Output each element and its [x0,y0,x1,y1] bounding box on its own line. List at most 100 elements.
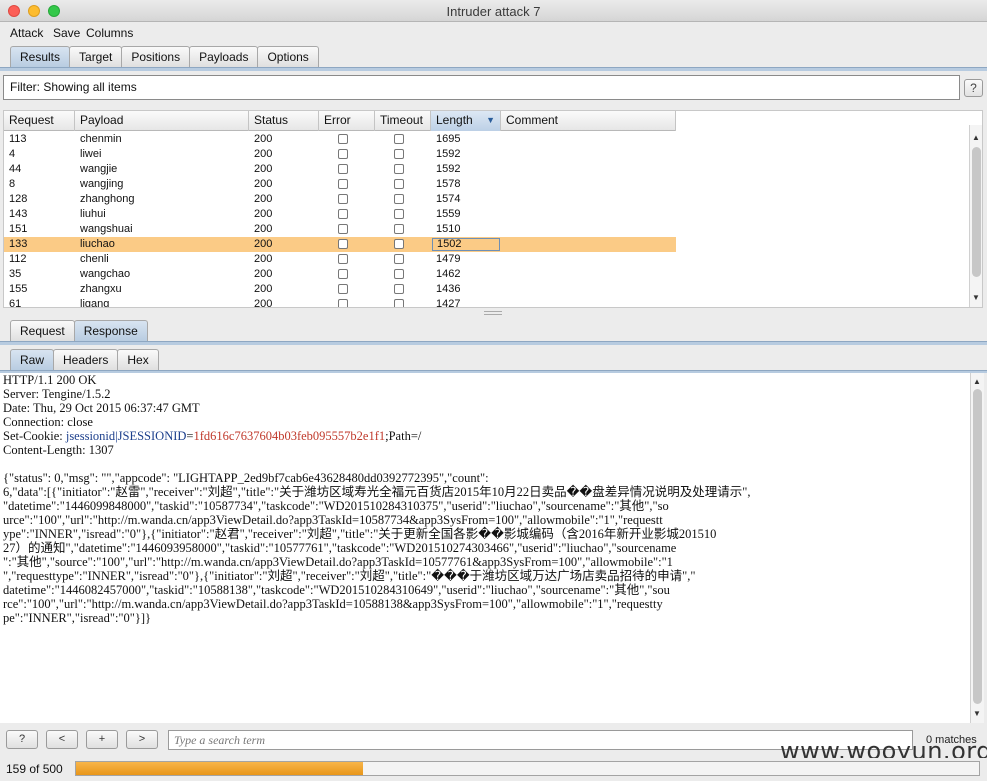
cell-payload: wangjing [80,178,124,190]
table-row[interactable]: 35 wangchao 200 1462 [4,267,676,282]
timeout-checkbox[interactable] [394,179,404,189]
raw-response-view[interactable]: HTTP/1.1 200 OK Server: Tengine/1.5.2 Da… [0,373,970,723]
cell-error [319,192,375,207]
splitter-handle[interactable] [484,311,502,315]
cookie-label: Set-Cookie: [3,429,66,443]
column-header-status[interactable]: Status [249,111,319,131]
cell-request: 61 [9,298,22,308]
table-row[interactable]: 128 zhanghong 200 1574 [4,192,676,207]
cell-length: 1510 [436,223,461,235]
error-checkbox[interactable] [338,269,348,279]
tab-results[interactable]: Results [10,46,71,68]
tab-request[interactable]: Request [10,320,75,342]
search-previous-button[interactable]: < [46,730,78,749]
timeout-checkbox[interactable] [394,134,404,144]
error-checkbox[interactable] [338,194,348,204]
column-header-length[interactable]: Length ▼ [431,111,501,131]
timeout-checkbox[interactable] [394,254,404,264]
tab-options[interactable]: Options [257,46,319,68]
error-checkbox[interactable] [338,254,348,264]
column-header-timeout[interactable]: Timeout [375,111,431,131]
tab-hex[interactable]: Hex [117,349,159,371]
cell-length: 1436 [436,283,461,295]
column-header-request[interactable]: Request [4,111,75,131]
response-scrollbar[interactable]: ▲ ▼ [970,373,984,723]
search-next-button[interactable]: > [126,730,158,749]
cell-error [319,252,375,267]
cell-error [319,207,375,222]
column-header-comment[interactable]: Comment [501,111,676,131]
cell-length: 1695 [436,133,461,145]
table-row[interactable]: 8 wangjing 200 1578 [4,177,676,192]
main-tabs: Results Target Positions Payloads Option… [10,46,319,68]
cell-timeout [375,222,431,237]
scroll-up-icon[interactable]: ▲ [972,133,980,142]
cell-error [319,297,375,307]
timeout-checkbox[interactable] [394,299,404,307]
table-row[interactable]: 151 wangshuai 200 1510 [4,222,676,237]
response-scroll-thumb[interactable] [973,389,982,704]
response-body-line: ","requesttype":"INNER","isread":"0"},{"… [3,569,696,583]
timeout-checkbox[interactable] [394,164,404,174]
table-row[interactable]: 112 chenli 200 1479 [4,252,676,267]
table-row[interactable]: 4 liwei 200 1592 [4,147,676,162]
timeout-checkbox[interactable] [394,284,404,294]
timeout-checkbox[interactable] [394,149,404,159]
table-scroll-thumb[interactable] [972,147,981,277]
selected-length-value: 1502 [432,238,500,251]
column-header-error[interactable]: Error [319,111,375,131]
timeout-checkbox[interactable] [394,239,404,249]
tab-response[interactable]: Response [73,320,148,342]
table-row[interactable]: 143 liuhui 200 1559 [4,207,676,222]
error-checkbox[interactable] [338,134,348,144]
attack-progress-bar [75,761,980,776]
error-checkbox[interactable] [338,299,348,307]
cell-payload: zhangxu [80,283,122,295]
cell-length: 1578 [436,178,461,190]
response-body-line: datetime":"1446082457000","taskid":"1058… [3,583,670,597]
scroll-down-icon[interactable]: ▼ [973,709,981,718]
tab-payloads[interactable]: Payloads [189,46,259,68]
error-checkbox[interactable] [338,284,348,294]
error-checkbox[interactable] [338,209,348,219]
table-row[interactable]: 44 wangjie 200 1592 [4,162,676,177]
menu-save[interactable]: Save [53,26,80,40]
error-checkbox[interactable] [338,239,348,249]
error-checkbox[interactable] [338,149,348,159]
table-row[interactable]: 155 zhangxu 200 1436 [4,282,676,297]
scroll-down-icon[interactable]: ▼ [972,293,980,302]
cookie-tail: ;Path=/ [385,429,422,443]
error-checkbox[interactable] [338,179,348,189]
search-help-button[interactable]: ? [6,730,38,749]
filter-bar[interactable]: Filter: Showing all items [3,75,960,100]
cell-length: 1559 [436,208,461,220]
reqres-tabs-divider [0,341,987,345]
error-checkbox[interactable] [338,164,348,174]
table-row[interactable]: 113 chenmin 200 1695 [4,132,676,147]
help-button[interactable]: ? [964,79,983,97]
menu-columns[interactable]: Columns [86,26,133,40]
timeout-checkbox[interactable] [394,209,404,219]
tab-target[interactable]: Target [69,46,123,68]
search-add-button[interactable]: + [86,730,118,749]
cell-request: 155 [9,283,28,295]
error-checkbox[interactable] [338,224,348,234]
timeout-checkbox[interactable] [394,269,404,279]
menu-attack[interactable]: Attack [10,26,43,40]
tab-headers[interactable]: Headers [53,349,119,371]
cell-timeout [375,177,431,192]
cell-comment [501,132,676,147]
table-row[interactable]: 61 ligang 200 1427 [4,297,676,308]
tab-raw[interactable]: Raw [10,349,55,371]
cookie-value: 1fd616c7637604b03feb095557b2e1f1 [193,429,386,443]
table-scrollbar[interactable]: ▲ ▼ [969,125,982,307]
table-row[interactable]: 133 liuchao 200 1502 [4,237,676,252]
scroll-up-icon[interactable]: ▲ [973,377,981,386]
cell-status: 200 [254,148,273,160]
column-header-payload[interactable]: Payload [75,111,249,131]
tab-positions[interactable]: Positions [121,46,191,68]
response-body-line: {"status": 0,"msg": "","appcode": "LIGHT… [3,471,489,485]
timeout-checkbox[interactable] [394,224,404,234]
timeout-checkbox[interactable] [394,194,404,204]
cell-comment [501,282,676,297]
